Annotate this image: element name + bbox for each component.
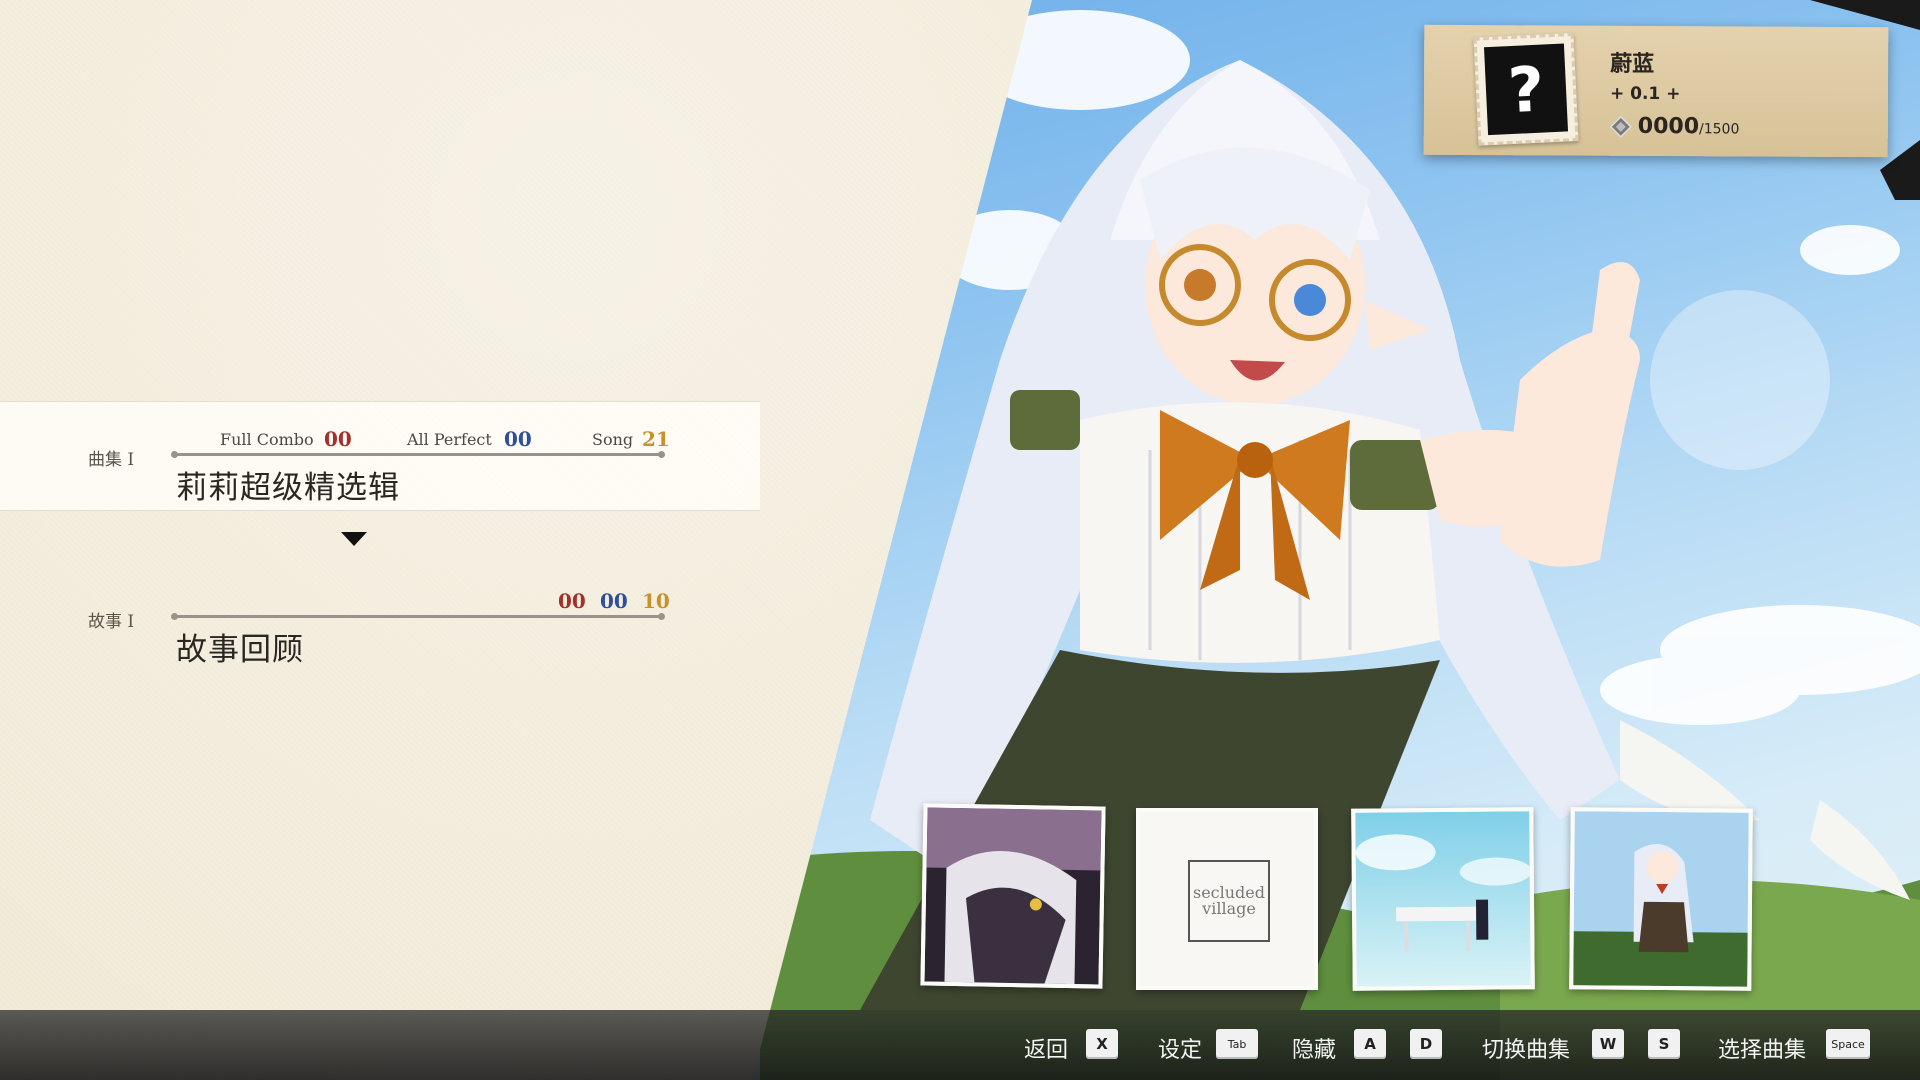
- hide-key-a[interactable]: A: [1354, 1029, 1386, 1059]
- hide-key-d[interactable]: D: [1410, 1029, 1442, 1059]
- album-cover-3[interactable]: [1351, 807, 1535, 991]
- story-value-blue: 00: [600, 589, 628, 613]
- currency-max: /1500: [1698, 121, 1740, 138]
- story-tag: 故事 I: [88, 612, 135, 632]
- down-arrow-icon: [341, 532, 367, 546]
- collection-title[interactable]: 莉莉超级精选辑: [176, 462, 400, 507]
- hide-label[interactable]: 隐藏: [1292, 1032, 1336, 1064]
- album-art-character: [1573, 811, 1749, 987]
- all-perfect-value: 00: [504, 427, 532, 451]
- album-cover-2-title: secluded village: [1188, 860, 1270, 942]
- back-key[interactable]: X: [1086, 1029, 1118, 1059]
- song-label: Song: [592, 430, 634, 449]
- settings-label[interactable]: 设定: [1158, 1032, 1202, 1064]
- collection-progress-line: [171, 451, 665, 458]
- album-cover-4[interactable]: [1569, 807, 1753, 991]
- story-value-gold: 10: [642, 589, 670, 613]
- album-art-piano: [1355, 811, 1531, 987]
- currency-display: 0000/1500: [1638, 114, 1740, 140]
- avatar[interactable]: ?: [1473, 33, 1579, 146]
- full-combo-label: Full Combo: [220, 430, 314, 449]
- control-bar: [0, 1010, 1920, 1080]
- switch-key-w[interactable]: W: [1592, 1029, 1624, 1059]
- album-cover-2[interactable]: secluded village: [1136, 808, 1318, 990]
- all-perfect-label: All Perfect: [407, 430, 492, 449]
- player-rating: + 0.1 +: [1609, 83, 1681, 105]
- switch-key-s[interactable]: S: [1648, 1029, 1680, 1059]
- avatar-placeholder-icon: ?: [1483, 43, 1569, 136]
- album-art-dark: [924, 807, 1102, 985]
- story-value-red: 00: [558, 589, 586, 613]
- back-label[interactable]: 返回: [1024, 1032, 1068, 1064]
- player-name: 蔚蓝: [1610, 50, 1655, 77]
- album-cover-1[interactable]: [920, 803, 1106, 989]
- collection-tag: 曲集 I: [88, 450, 135, 470]
- currency-value: 0000: [1637, 113, 1700, 140]
- select-key-space[interactable]: Space: [1826, 1029, 1870, 1059]
- song-count: 21: [642, 427, 670, 451]
- player-profile-card[interactable]: ? 蔚蓝 + 0.1 + 0000/1500: [1423, 24, 1889, 158]
- full-combo-value: 00: [324, 427, 352, 451]
- story-title[interactable]: 故事回顾: [176, 624, 304, 669]
- currency-icon: [1609, 115, 1632, 138]
- settings-key[interactable]: Tab: [1216, 1029, 1258, 1059]
- switch-collection-label[interactable]: 切换曲集: [1482, 1032, 1570, 1064]
- story-progress-line: [171, 613, 665, 620]
- select-collection-label[interactable]: 选择曲集: [1718, 1032, 1806, 1064]
